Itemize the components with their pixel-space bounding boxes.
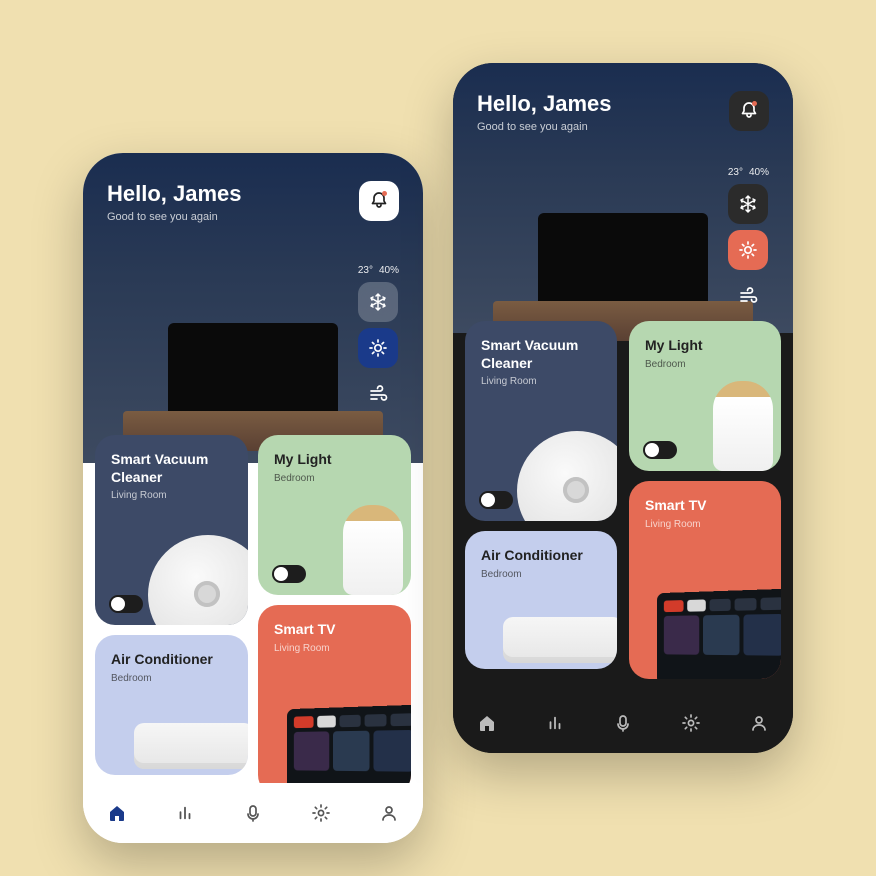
nav-mic-button[interactable]: [231, 791, 275, 835]
tv-image: [287, 705, 411, 795]
vacuum-toggle[interactable]: [479, 491, 513, 509]
ac-card[interactable]: Air Conditioner Bedroom: [95, 635, 248, 775]
wind-icon: [368, 384, 388, 404]
light-card[interactable]: My Light Bedroom: [258, 435, 411, 595]
device-name: My Light: [645, 337, 765, 355]
light-toggle[interactable]: [272, 565, 306, 583]
climate-heat-button[interactable]: [728, 230, 768, 270]
device-name: Air Conditioner: [481, 547, 601, 565]
temperature-value: 23°: [728, 167, 743, 178]
vacuum-toggle[interactable]: [109, 595, 143, 613]
nav-settings-button[interactable]: [669, 701, 713, 745]
notification-dot: [382, 191, 387, 196]
greeting-title: Hello, James: [477, 91, 612, 117]
mic-icon: [613, 713, 633, 733]
hero-section: Hello, James Good to see you again 23° 4…: [453, 63, 793, 333]
device-room: Living Room: [645, 519, 765, 530]
climate-fan-button[interactable]: [358, 374, 398, 414]
device-name: Air Conditioner: [111, 651, 232, 669]
gear-icon: [311, 803, 331, 823]
climate-cool-button[interactable]: [728, 184, 768, 224]
greeting-title: Hello, James: [107, 181, 242, 207]
humidity-value: 40%: [379, 265, 399, 276]
device-name: Smart Vacuum Cleaner: [111, 451, 232, 486]
hero-section: Hello, James Good to see you again 23° 4…: [83, 153, 423, 463]
lamp-image: [713, 381, 773, 471]
nav-stats-button[interactable]: [163, 791, 207, 835]
device-room: Bedroom: [111, 673, 232, 684]
vacuum-image: [148, 535, 248, 625]
user-icon: [749, 713, 769, 733]
notifications-button[interactable]: [359, 181, 399, 221]
device-room: Bedroom: [274, 473, 395, 484]
light-toggle[interactable]: [643, 441, 677, 459]
climate-readout: 23° 40%: [358, 265, 399, 276]
nav-mic-button[interactable]: [601, 701, 645, 745]
device-room: Bedroom: [645, 359, 765, 370]
device-room: Bedroom: [481, 569, 601, 580]
phone-dark: Hello, James Good to see you again 23° 4…: [453, 63, 793, 753]
climate-readout: 23° 40%: [728, 167, 769, 178]
climate-panel: 23° 40%: [358, 265, 399, 414]
temperature-value: 23°: [358, 265, 373, 276]
device-room: Living Room: [481, 376, 601, 387]
device-room: Living Room: [111, 490, 232, 501]
tv-card[interactable]: Smart TV Living Room: [629, 481, 781, 679]
vacuum-image: [517, 431, 617, 521]
notifications-button[interactable]: [729, 91, 769, 131]
vacuum-card[interactable]: Smart Vacuum Cleaner Living Room: [465, 321, 617, 521]
home-icon: [107, 803, 127, 823]
tv-card[interactable]: Smart TV Living Room: [258, 605, 411, 795]
device-grid: Smart Vacuum Cleaner Living Room Air Con…: [453, 321, 793, 679]
nav-home-button[interactable]: [465, 701, 509, 745]
snowflake-icon: [368, 292, 388, 312]
nav-settings-button[interactable]: [299, 791, 343, 835]
ac-card[interactable]: Air Conditioner Bedroom: [465, 531, 617, 669]
greeting-subtitle: Good to see you again: [477, 121, 612, 133]
device-name: Smart TV: [645, 497, 765, 515]
snowflake-icon: [738, 194, 758, 214]
nav-profile-button[interactable]: [737, 701, 781, 745]
climate-cool-button[interactable]: [358, 282, 398, 322]
climate-heat-button[interactable]: [358, 328, 398, 368]
device-name: My Light: [274, 451, 395, 469]
phone-light: Hello, James Good to see you again 23° 4…: [83, 153, 423, 843]
climate-panel: 23° 40%: [728, 167, 769, 316]
nav-home-button[interactable]: [95, 791, 139, 835]
nav-profile-button[interactable]: [367, 791, 411, 835]
bottom-navbar: [83, 783, 423, 843]
nav-stats-button[interactable]: [533, 701, 577, 745]
climate-fan-button[interactable]: [728, 276, 768, 316]
home-icon: [477, 713, 497, 733]
ac-image: [503, 617, 617, 663]
device-room: Living Room: [274, 643, 395, 654]
stats-icon: [546, 714, 564, 732]
tv-image: [657, 589, 781, 679]
light-card[interactable]: My Light Bedroom: [629, 321, 781, 471]
greeting-subtitle: Good to see you again: [107, 211, 242, 223]
greeting: Hello, James Good to see you again: [107, 181, 242, 223]
device-grid: Smart Vacuum Cleaner Living Room Air Con…: [83, 435, 423, 795]
stats-icon: [176, 804, 194, 822]
gear-icon: [681, 713, 701, 733]
mic-icon: [243, 803, 263, 823]
device-name: Smart TV: [274, 621, 395, 639]
greeting: Hello, James Good to see you again: [477, 91, 612, 133]
user-icon: [379, 803, 399, 823]
notification-dot: [752, 101, 757, 106]
humidity-value: 40%: [749, 167, 769, 178]
vacuum-card[interactable]: Smart Vacuum Cleaner Living Room: [95, 435, 248, 625]
wind-icon: [738, 286, 758, 306]
lamp-image: [343, 505, 403, 595]
sun-icon: [738, 240, 758, 260]
sun-icon: [368, 338, 388, 358]
bottom-navbar: [453, 693, 793, 753]
ac-image: [134, 723, 248, 769]
device-name: Smart Vacuum Cleaner: [481, 337, 601, 372]
